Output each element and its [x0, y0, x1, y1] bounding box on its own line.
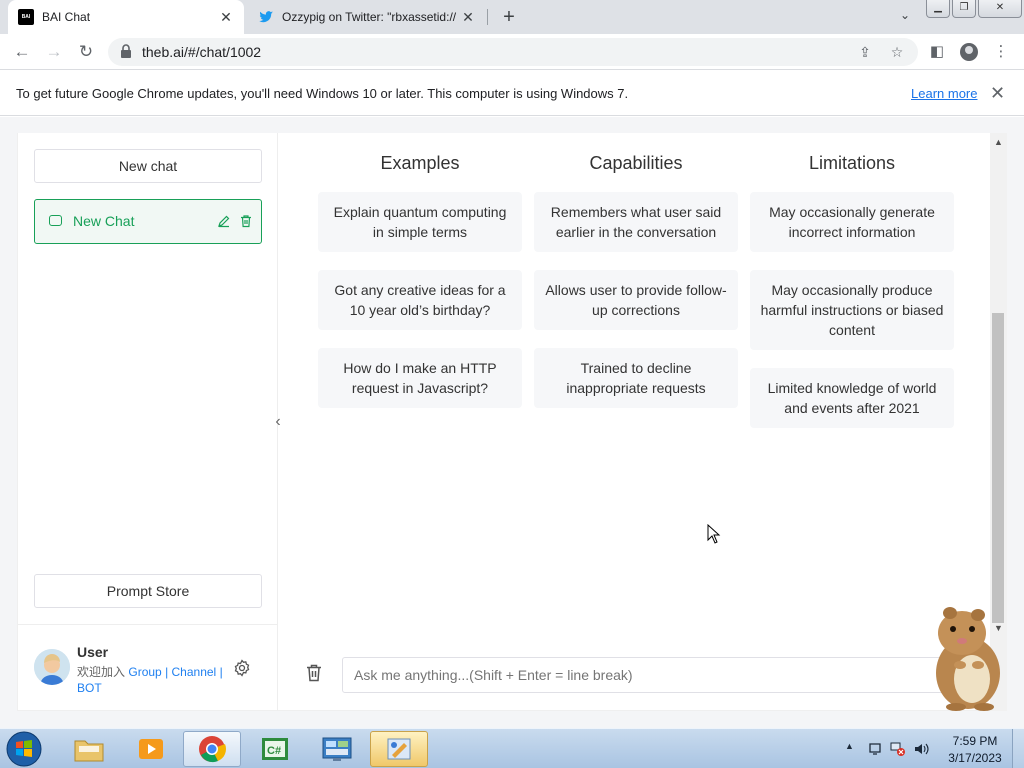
page-viewport: New chat New Chat Prompt Store User 欢迎加入… [0, 117, 1024, 728]
lock-icon [121, 44, 131, 58]
channel-link[interactable]: Channel [172, 665, 217, 679]
start-button-icon[interactable] [4, 730, 44, 768]
tray-expand-icon[interactable]: ▲ [845, 741, 854, 751]
close-icon[interactable]: ✕ [218, 9, 234, 26]
avatar [34, 649, 70, 685]
limitation-card: Limited knowledge of world and events af… [750, 368, 954, 428]
example-card[interactable]: How do I make an HTTP request in Javascr… [318, 348, 522, 408]
limitation-card: May occasionally generate incorrect info… [750, 192, 954, 252]
chrome-icon [199, 736, 226, 763]
browser-toolbar: ← → ↻ theb.ai/#/chat/1002 ⇪ ☆ ◧ ⋮ [0, 34, 1024, 70]
input-row [279, 653, 993, 693]
tab-bai-chat[interactable]: BAI BAI Chat ✕ [8, 0, 244, 34]
action-center-icon[interactable] [867, 741, 883, 757]
prompt-store-button[interactable]: Prompt Store [34, 574, 262, 608]
example-card[interactable]: Explain quantum computing in simple term… [318, 192, 522, 252]
tab-title: BAI Chat [42, 10, 91, 24]
infobar-message: To get future Google Chrome updates, you… [16, 86, 629, 101]
minimize-icon[interactable]: ▁ [926, 0, 950, 18]
kebab-menu-icon[interactable]: ⋮ [991, 42, 1011, 62]
paint-icon [387, 738, 411, 760]
profile-icon[interactable] [959, 42, 979, 62]
main-panel: Examples Explain quantum computing in si… [279, 133, 993, 711]
taskbar-explorer[interactable] [60, 731, 118, 767]
show-desktop-button[interactable] [1012, 729, 1024, 768]
user-name: User [77, 644, 109, 660]
column-heading: Capabilities [589, 153, 683, 173]
media-player-icon [139, 739, 163, 759]
new-chat-button[interactable]: New chat [34, 149, 262, 183]
volume-icon[interactable] [913, 741, 929, 757]
window-close-icon[interactable]: ✕ [978, 0, 1022, 18]
tab-separator [487, 9, 488, 25]
scrollbar-thumb[interactable] [992, 313, 1004, 623]
user-links-prefix: 欢迎加入 [77, 665, 126, 679]
taskbar-chrome[interactable] [183, 731, 241, 767]
close-icon[interactable]: ✕ [990, 83, 1005, 104]
edit-icon[interactable] [217, 214, 231, 228]
taskbar: C# ▲ 7:59 PM 3/17/2023 [0, 728, 1024, 768]
update-infobar: To get future Google Chrome updates, you… [0, 71, 1024, 116]
svg-text:C#: C# [267, 745, 281, 757]
reload-icon[interactable]: ↻ [76, 42, 96, 62]
capability-card: Trained to decline inappropriate request… [534, 348, 738, 408]
close-icon[interactable]: ✕ [460, 9, 476, 26]
divider [18, 624, 277, 625]
chat-title: New Chat [73, 213, 135, 229]
url-text: theb.ai/#/chat/1002 [142, 44, 262, 60]
bot-link[interactable]: BOT [77, 681, 102, 695]
chat-input[interactable] [342, 657, 982, 693]
side-panel-icon[interactable]: ◧ [927, 42, 947, 62]
window-controls: ▁ ❐ ✕ [926, 0, 1024, 18]
address-bar[interactable]: theb.ai/#/chat/1002 ⇪ ☆ [108, 38, 918, 66]
bai-logo-icon: BAI [18, 9, 34, 25]
share-icon[interactable]: ⇪ [856, 43, 874, 61]
taskbar-paint[interactable] [370, 731, 428, 767]
clock-time[interactable]: 7:59 PM [950, 734, 1000, 748]
hamster-desktop-pet-icon [936, 607, 1000, 711]
chat-bubble-icon [49, 215, 62, 226]
network-disconnected-icon[interactable] [890, 741, 906, 757]
new-tab-icon[interactable]: + [498, 6, 520, 28]
group-link[interactable]: Group [128, 665, 161, 679]
back-arrow-icon[interactable]: ← [12, 42, 32, 62]
mouse-cursor-icon [707, 524, 721, 544]
column-heading: Limitations [808, 153, 896, 173]
control-panel-icon [322, 737, 352, 761]
taskbar-csharp-ide[interactable]: C# [246, 731, 304, 767]
restore-icon[interactable]: ❐ [952, 0, 976, 18]
sidebar: New chat New Chat Prompt Store User 欢迎加入… [18, 133, 278, 711]
sidebar-chat-item[interactable]: New Chat [34, 199, 262, 244]
column-heading: Examples [380, 153, 460, 173]
user-links: 欢迎加入 Group | Channel | BOT [77, 665, 223, 695]
twitter-icon [258, 9, 274, 25]
limitation-card: May occasionally produce harmful instruc… [750, 270, 954, 350]
learn-more-link[interactable]: Learn more [911, 86, 977, 101]
tab-strip: BAI BAI Chat ✕ Ozzypig on Twitter: "rbxa… [0, 0, 1024, 34]
forward-arrow-icon[interactable]: → [44, 42, 64, 62]
scroll-up-icon[interactable]: ▲ [994, 137, 1003, 147]
bookmark-star-icon[interactable]: ☆ [888, 43, 906, 61]
folder-icon [74, 740, 104, 762]
taskbar-control-panel[interactable] [308, 731, 366, 767]
tab-title: Ozzypig on Twitter: "rbxassetid:// [282, 10, 457, 24]
delete-icon[interactable] [239, 214, 253, 228]
chevron-down-icon[interactable]: ⌄ [896, 8, 914, 26]
capability-card: Remembers what user said earlier in the … [534, 192, 738, 252]
clear-chat-trash-icon[interactable] [305, 663, 323, 683]
settings-gear-icon[interactable] [233, 659, 251, 677]
tab-twitter[interactable]: Ozzypig on Twitter: "rbxassetid:// ✕ [248, 0, 486, 34]
capability-card: Allows user to provide follow-up correct… [534, 270, 738, 330]
example-card[interactable]: Got any creative ideas for a 10 year old… [318, 270, 522, 330]
clock-date[interactable]: 3/17/2023 [945, 751, 1005, 765]
csharp-ide-icon: C# [262, 738, 288, 760]
chat-app: New chat New Chat Prompt Store User 欢迎加入… [17, 133, 1007, 711]
taskbar-media-player[interactable] [122, 731, 180, 767]
